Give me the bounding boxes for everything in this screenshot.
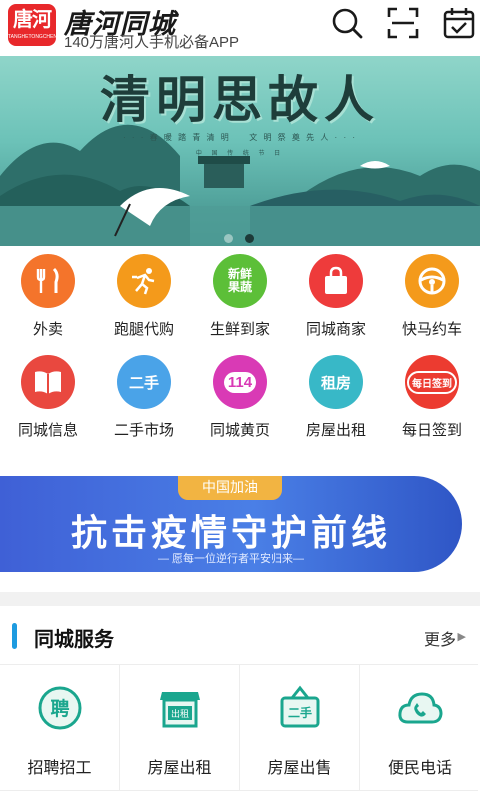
grid-label: 快马约车 — [401, 321, 462, 338]
logo-small-text: TANGHETONGCHENG — [8, 34, 61, 40]
services-card: 同城服务 更多 ▶ 聘 招聘招工 出租 房屋出租 二手 房屋出售 便民电话 — [0, 606, 478, 800]
yellow-pages-icon-text: 114 — [223, 371, 257, 393]
grid-label: 同城信息 — [17, 422, 78, 439]
search-icon[interactable] — [330, 6, 364, 40]
promo-tag: 中国加油 — [178, 476, 282, 500]
second-hand-icon: 二手 — [117, 355, 171, 409]
service-label: 房屋出租 — [147, 760, 212, 777]
promo-banner[interactable]: 中国加油 抗击疫情守护前线 — 愿每一位逆行者平安归来— — [0, 476, 462, 572]
book-icon — [21, 355, 75, 409]
banner-subtitle: · · · 春 暖 踏 青 清 明 文 明 祭 奠 先 人 · · · — [123, 133, 357, 142]
service-label: 招聘招工 — [27, 760, 92, 777]
banner-title: 清明思故人 — [100, 70, 380, 129]
grid-item-car[interactable]: 快马约车 — [384, 254, 480, 339]
service-item-rent[interactable]: 出租 房屋出租 — [120, 664, 240, 790]
fresh-produce-icon-text: 新鲜果蔬 — [227, 267, 252, 294]
promo-subtitle: — 愿每一位逆行者平安归来— — [157, 553, 305, 565]
more-link[interactable]: 更多 — [424, 626, 456, 650]
chevron-right-icon[interactable]: ▶ — [458, 630, 466, 643]
grid-label: 同城商家 — [305, 321, 366, 338]
grid-item-merchants[interactable]: 同城商家 — [288, 254, 384, 339]
fork-knife-icon — [21, 254, 75, 308]
checkin-calendar-icon[interactable] — [442, 6, 476, 40]
service-label: 便民电话 — [387, 760, 452, 777]
grid-label: 每日签到 — [401, 422, 462, 439]
second-hand-icon-text: 二手 — [128, 374, 159, 392]
logo-text: 唐河 — [13, 7, 52, 31]
section-accent-bar — [12, 623, 17, 649]
pagination-dot[interactable] — [224, 234, 233, 243]
grid-label: 同城黄页 — [209, 422, 270, 439]
house-rent-icon-text: 租房 — [320, 374, 351, 392]
service-item-hire[interactable]: 聘 招聘招工 — [0, 664, 120, 790]
runner-icon — [117, 254, 171, 308]
service-item-sale[interactable]: 二手 房屋出售 — [240, 664, 360, 790]
house-sale-sign-icon-text: 二手 — [287, 705, 311, 720]
grid-label: 生鲜到家 — [209, 321, 270, 338]
service-label: 房屋出售 — [267, 760, 332, 777]
daily-checkin-icon: 每日签到 — [405, 355, 459, 409]
hero-banner[interactable]: 清明思故人 · · · 春 暖 踏 青 清 明 文 明 祭 奠 先 人 · · … — [0, 56, 480, 246]
house-rent-shop-icon: 出租 — [159, 692, 200, 728]
grid-item-errand[interactable]: 跑腿代购 — [96, 254, 192, 339]
grid-item-secondhand[interactable]: 二手 二手市场 — [96, 355, 192, 440]
banner-subtitle-2: 中 国 传 统 节 日 — [195, 151, 285, 157]
banner-pagination — [224, 230, 262, 246]
scan-icon[interactable] — [386, 6, 420, 40]
shopping-bag-icon — [309, 254, 363, 308]
app-logo: 唐河 TANGHETONGCHENG — [8, 4, 61, 46]
grid-item-rent[interactable]: 租房 房屋出租 — [288, 355, 384, 440]
grid-item-fresh[interactable]: 新鲜果蔬 生鲜到家 — [192, 254, 288, 339]
service-item-phone[interactable]: 便民电话 — [360, 664, 480, 790]
grid-item-checkin[interactable]: 每日签到 每日签到 — [384, 355, 480, 440]
grid-label: 房屋出租 — [305, 422, 366, 439]
fresh-produce-icon: 新鲜果蔬 — [213, 254, 267, 308]
grid-item-takeout[interactable]: 外卖 — [0, 254, 96, 339]
daily-checkin-icon-text: 每日签到 — [407, 370, 457, 394]
steering-wheel-icon — [405, 254, 459, 308]
house-rent-shop-icon-text: 出租 — [170, 708, 188, 720]
phone-cloud-icon — [398, 692, 443, 724]
house-rent-icon: 租房 — [309, 355, 363, 409]
yellow-pages-icon: 114 — [213, 355, 267, 409]
grid-label: 外卖 — [32, 321, 63, 338]
grid-label: 跑腿代购 — [113, 321, 174, 338]
app-header: 唐河 TANGHETONGCHENG 唐河同城 140万唐河人手机必备APP — [0, 0, 480, 56]
grid-label: 二手市场 — [113, 422, 174, 439]
section-spacer — [0, 592, 480, 606]
hire-icon-text: 聘 — [50, 697, 69, 720]
divider — [0, 790, 478, 791]
section-title: 同城服务 — [34, 629, 114, 651]
promo-title: 抗击疫情守护前线 — [70, 512, 391, 553]
pagination-dot-active[interactable] — [245, 234, 255, 243]
grid-item-info[interactable]: 同城信息 — [0, 355, 96, 440]
grid-item-yellowpages[interactable]: 114 同城黄页 — [192, 355, 288, 440]
hire-icon: 聘 — [38, 686, 81, 730]
house-sale-sign-icon: 二手 — [280, 685, 319, 728]
tagline: 140万唐河人手机必备APP — [64, 34, 240, 51]
